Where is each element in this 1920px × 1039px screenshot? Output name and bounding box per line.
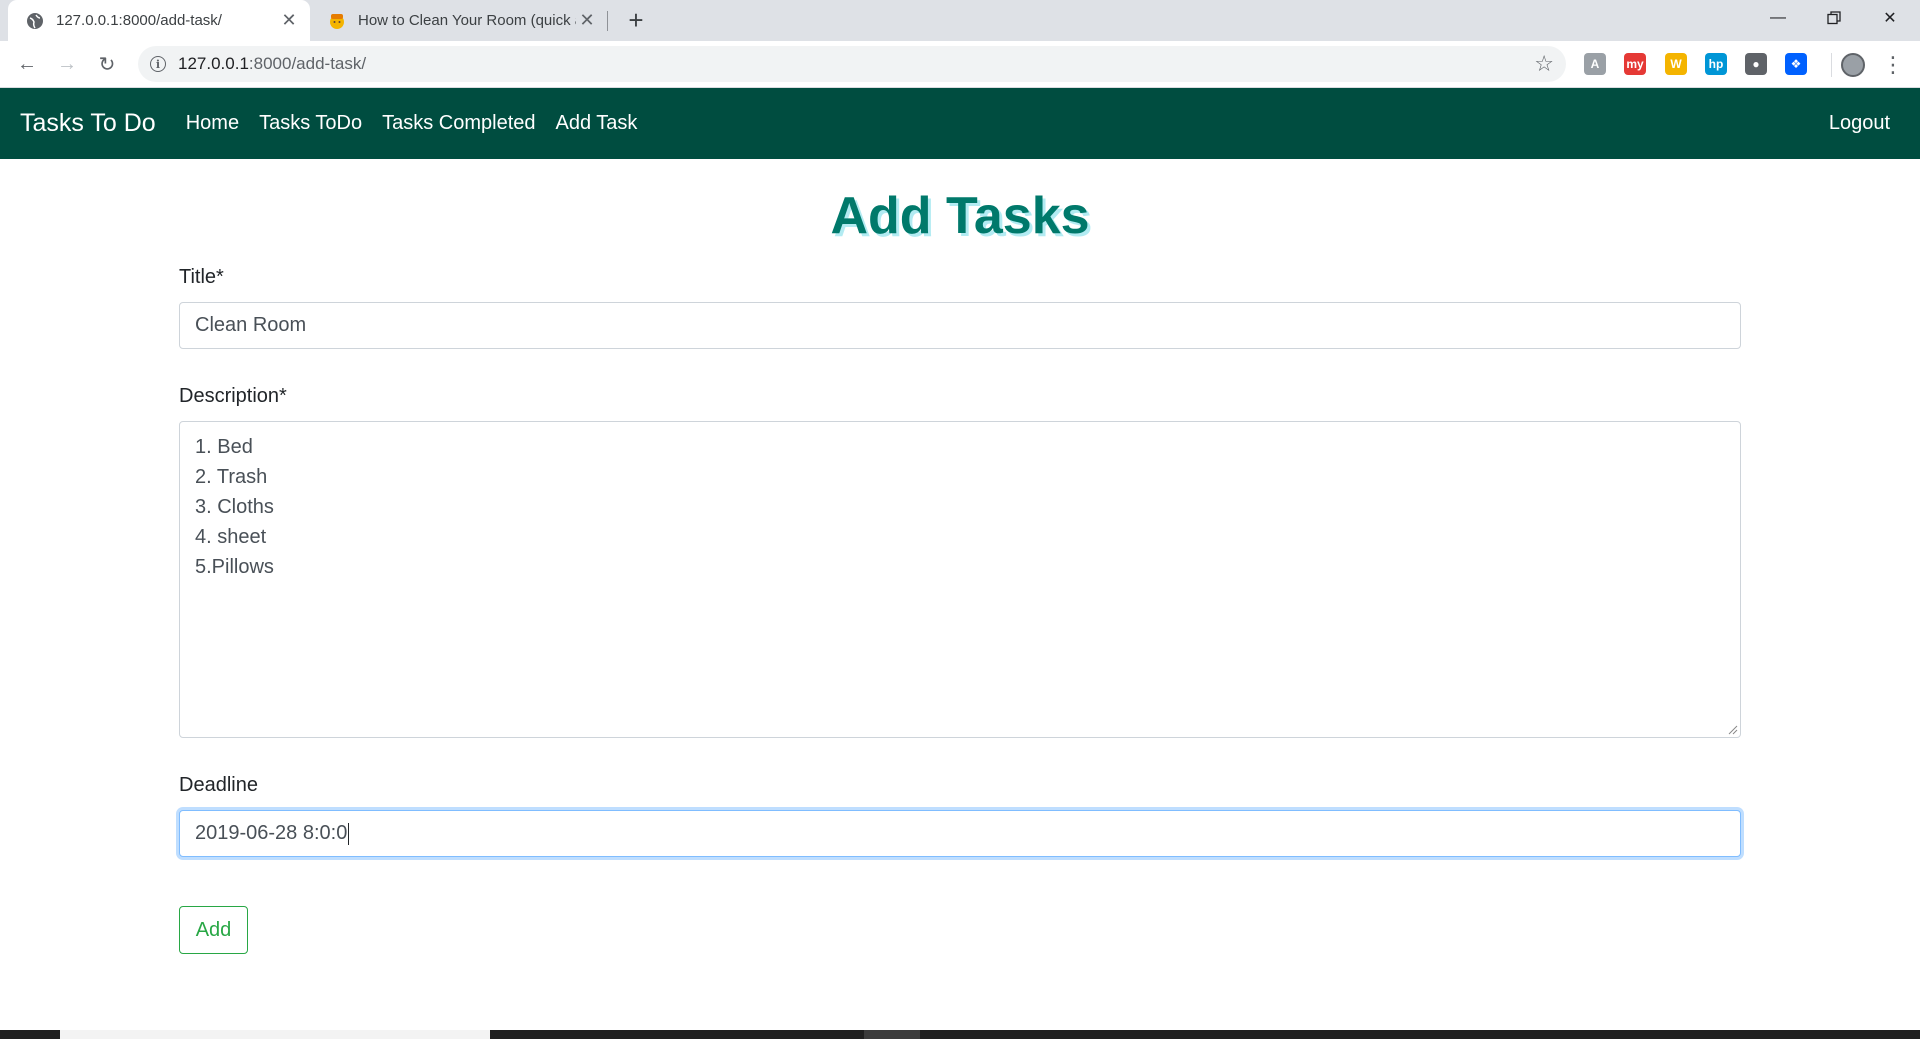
tab-divider: [607, 11, 608, 31]
browser-toolbar: ← → ↻ i 127.0.0.1:8000/add-task/ ☆ A my …: [0, 41, 1920, 88]
dropbox-icon[interactable]: ❖: [1785, 53, 1807, 75]
extension-a-icon[interactable]: A: [1584, 53, 1606, 75]
minimize-icon[interactable]: —: [1750, 0, 1806, 36]
text-caret: [348, 822, 350, 845]
description-textarea[interactable]: 1. Bed 2. Trash 3. Cloths 4. sheet 5.Pil…: [179, 421, 1741, 738]
tab-title: 127.0.0.1:8000/add-task/: [56, 12, 222, 29]
extension-red-icon[interactable]: my: [1624, 53, 1646, 75]
taskbar-active-app[interactable]: [864, 1030, 920, 1039]
taskbar-search-box[interactable]: [60, 1030, 490, 1039]
emoji-favicon-icon: [328, 12, 346, 30]
url-host: 127.0.0.1: [178, 54, 249, 73]
extension-w-icon[interactable]: W: [1665, 53, 1687, 75]
deadline-label: Deadline: [179, 774, 258, 796]
close-window-icon[interactable]: ✕: [1862, 0, 1918, 36]
nav-link-tasks-completed[interactable]: Tasks Completed: [382, 112, 535, 135]
forward-icon[interactable]: →: [52, 49, 82, 79]
url-path: :8000/add-task/: [248, 54, 367, 73]
resize-grip-icon[interactable]: [1726, 723, 1738, 735]
back-icon[interactable]: ←: [12, 49, 42, 79]
title-label: Title*: [179, 266, 224, 288]
reload-icon[interactable]: ↻: [92, 49, 122, 79]
restore-icon[interactable]: [1806, 0, 1862, 36]
profile-avatar[interactable]: [1841, 53, 1865, 77]
deadline-input[interactable]: 2019-06-28 8:0:0: [179, 810, 1741, 857]
tab-title: How to Clean Your Room (quick a: [358, 12, 576, 29]
nav-link-tasks-todo[interactable]: Tasks ToDo: [259, 112, 362, 135]
tab-clean-room-article[interactable]: How to Clean Your Room (quick a ✕: [310, 0, 608, 41]
title-input-value: Clean Room: [195, 314, 307, 336]
os-taskbar: [0, 1030, 1920, 1039]
page-title: Add Tasks: [830, 187, 1090, 245]
navbar-brand[interactable]: Tasks To Do: [20, 109, 156, 138]
close-tab-icon[interactable]: ✕: [576, 10, 598, 32]
close-tab-icon[interactable]: ✕: [278, 10, 300, 32]
description-label: Description*: [179, 385, 287, 407]
tab-strip: 127.0.0.1:8000/add-task/ ✕ How to Clean …: [0, 0, 1920, 41]
logout-link[interactable]: Logout: [1829, 112, 1890, 135]
more-menu-icon[interactable]: ⋮: [1880, 51, 1906, 79]
extension-hp-icon[interactable]: hp: [1705, 53, 1727, 75]
description-line: 3. Cloths: [195, 496, 274, 518]
address-bar[interactable]: i 127.0.0.1:8000/add-task/ ☆: [138, 46, 1566, 82]
nav-link-home[interactable]: Home: [186, 112, 239, 135]
extension-circle-icon[interactable]: ●: [1745, 53, 1767, 75]
nav-link-add-task[interactable]: Add Task: [556, 112, 638, 135]
description-line: 5.Pillows: [195, 556, 274, 578]
description-line: 4. sheet: [195, 526, 267, 548]
toolbar-divider: [1831, 53, 1832, 77]
bookmark-star-icon[interactable]: ☆: [1534, 51, 1554, 77]
plus-icon[interactable]: +: [622, 5, 650, 35]
info-icon[interactable]: i: [150, 56, 166, 72]
description-line: 1. Bed: [195, 436, 253, 458]
deadline-input-value: 2019-06-28 8:0:0: [195, 822, 348, 844]
app-navbar: Tasks To Do Home Tasks ToDo Tasks Comple…: [0, 88, 1920, 159]
add-task-form: Title* Clean Room Description* 1. Bed 2.…: [179, 266, 1741, 954]
add-button[interactable]: Add: [179, 906, 248, 954]
globe-icon: [26, 12, 44, 30]
title-input[interactable]: Clean Room: [179, 302, 1741, 349]
tab-add-task[interactable]: 127.0.0.1:8000/add-task/ ✕: [8, 0, 310, 41]
description-line: 2. Trash: [195, 466, 268, 488]
